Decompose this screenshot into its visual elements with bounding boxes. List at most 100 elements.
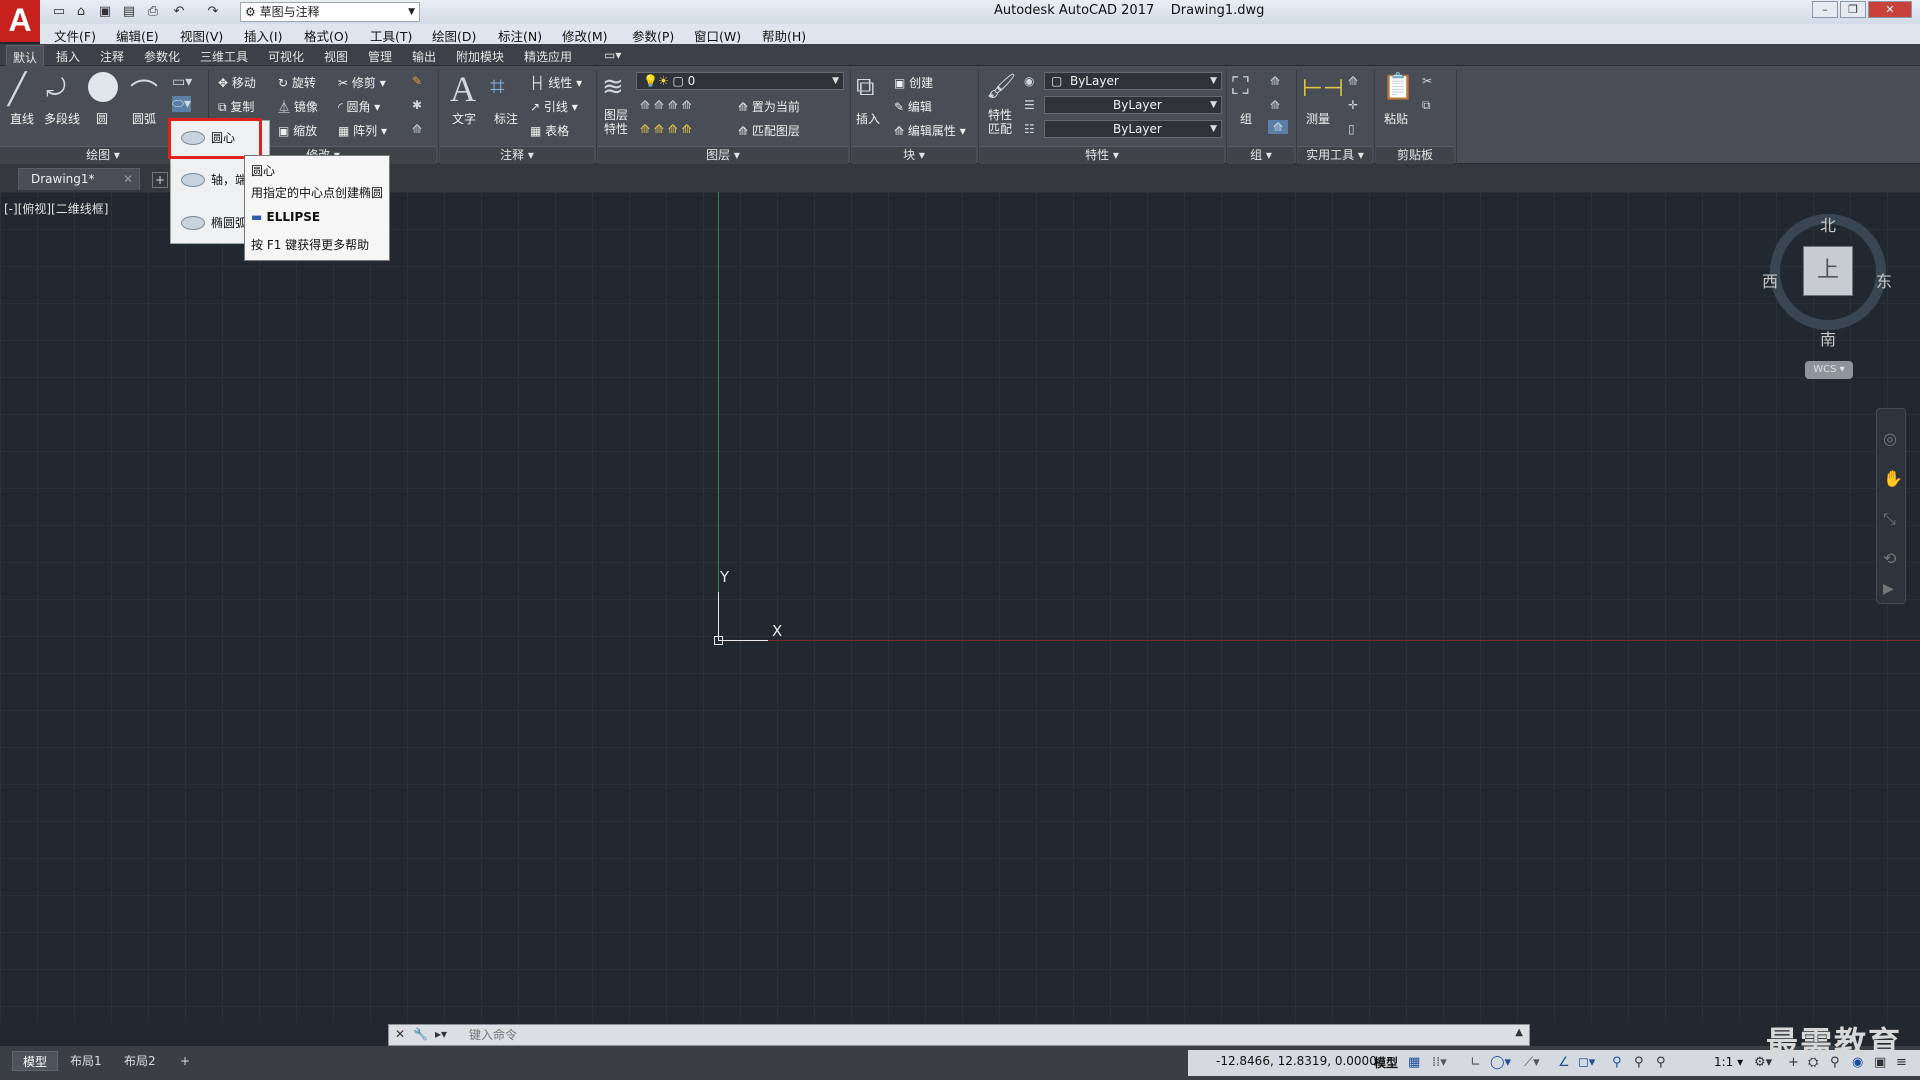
snap-icon[interactable]: ⁞⁞▾ <box>1432 1055 1447 1070</box>
clipboard-panel-title[interactable]: 剪贴板 <box>1376 146 1454 164</box>
menu-help[interactable]: 帮助(H) <box>762 26 806 45</box>
undo-icon[interactable]: ↶ <box>170 3 188 20</box>
application-menu-button[interactable]: A <box>0 0 40 42</box>
properties-panel-title[interactable]: 特性 ▾ <box>980 146 1224 164</box>
annotation-visibility-icon[interactable]: ⚲ <box>1612 1055 1622 1070</box>
menu-file[interactable]: 文件(F) <box>54 26 96 45</box>
menu-parametric[interactable]: 参数(P) <box>632 26 674 45</box>
tab-default[interactable]: 默认 <box>6 45 45 66</box>
tab-annotate[interactable]: 注释 <box>100 48 124 65</box>
menu-modify[interactable]: 修改(M) <box>562 26 608 45</box>
ortho-icon[interactable]: ∟ <box>1470 1055 1481 1070</box>
layer-tools-row1[interactable]: ⟰ ⟰ ⟰ ⟰ <box>640 98 692 112</box>
command-input[interactable] <box>469 1026 1509 1044</box>
workspace-dropdown[interactable]: ⚙ 草图与注释 ▼ <box>240 2 420 22</box>
orbit-icon[interactable]: ⟲ <box>1883 549 1896 568</box>
auto-scale-icon[interactable]: ⚲ <box>1634 1055 1644 1070</box>
paste-button[interactable]: 粘贴 <box>1384 110 1408 127</box>
menu-draw[interactable]: 绘图(D) <box>432 26 476 45</box>
menu-window[interactable]: 窗口(W) <box>694 26 741 45</box>
tab-featured-apps[interactable]: 精选应用 <box>524 48 572 65</box>
isodraft-icon[interactable]: ⟋▾ <box>1524 1055 1540 1070</box>
group-button[interactable]: 组 <box>1240 110 1252 127</box>
wcs-dropdown[interactable]: WCS ▾ <box>1805 361 1853 379</box>
calculator-icon[interactable]: ▯ <box>1348 122 1355 136</box>
tab-insert[interactable]: 插入 <box>56 48 80 65</box>
dimension-icon[interactable]: ⌗ <box>490 72 505 103</box>
viewport-controls[interactable]: [-][俯视][二维线框] <box>4 200 108 217</box>
lineweight-dropdown[interactable]: ByLayer ▼ <box>1044 120 1222 138</box>
ribbon-toggle-icon[interactable]: ▭▾ <box>604 48 621 62</box>
grid-icon[interactable]: ▦ <box>1408 1055 1420 1070</box>
arc-button[interactable]: 圆弧 <box>132 110 156 127</box>
table-button[interactable]: ▦ 表格 <box>530 122 569 139</box>
mirror-button[interactable]: ⏅ 镜像 <box>278 98 318 115</box>
measure-button[interactable]: 测量 <box>1306 110 1330 127</box>
group-icon[interactable]: ⛶ <box>1232 72 1249 100</box>
recent-commands-icon[interactable]: ▸▾ <box>435 1027 447 1041</box>
menu-dimension[interactable]: 标注(N) <box>498 26 542 45</box>
circle-icon[interactable] <box>88 72 118 102</box>
new-icon[interactable]: ▭ <box>50 3 68 20</box>
line-icon[interactable]: ╱ <box>8 72 26 107</box>
menu-tools[interactable]: 工具(T) <box>370 26 412 45</box>
tab-visualize[interactable]: 可视化 <box>268 48 304 65</box>
linetype-dropdown[interactable]: ByLayer ▼ <box>1044 96 1222 114</box>
tab-output[interactable]: 输出 <box>412 48 436 65</box>
edit-attributes-button[interactable]: ⟰ 编辑属性 ▾ <box>894 122 966 139</box>
add-layout-button[interactable]: + <box>170 1051 200 1071</box>
tab-parametric[interactable]: 参数化 <box>144 48 180 65</box>
text-icon[interactable]: A <box>450 68 476 110</box>
circle-button[interactable]: 圆 <box>96 110 108 127</box>
polyline-button[interactable]: 多段线 <box>44 110 80 127</box>
polyline-icon[interactable]: ⤾ <box>46 74 66 102</box>
scale-button[interactable]: ▣ 缩放 <box>278 122 317 139</box>
measure-icon[interactable]: ⊢⊣ <box>1302 74 1344 102</box>
compass-west[interactable]: 西 <box>1762 268 1778 292</box>
copy-button[interactable]: ⧉ 复制 <box>218 98 254 115</box>
edit-block-button[interactable]: ✎ 编辑 <box>894 98 932 115</box>
color-dropdown[interactable]: ▢ ByLayer ▼ <box>1044 72 1222 90</box>
match-properties-icon[interactable]: 🖌 <box>986 72 1016 100</box>
menu-insert[interactable]: 插入(I) <box>244 26 282 45</box>
fillet-button[interactable]: ◜ 圆角 ▾ <box>338 98 380 115</box>
offset-icon[interactable]: ⟰ <box>412 122 422 136</box>
dimension-button[interactable]: 标注 <box>494 110 518 127</box>
tab-model[interactable]: 模型 <box>12 1051 59 1071</box>
ellipse-dropdown-icon[interactable]: ⬭▾ <box>172 96 191 112</box>
erase-icon[interactable]: ✎ <box>412 74 422 88</box>
match-properties-button[interactable]: 特性 匹配 <box>988 108 1012 136</box>
steering-wheel-icon[interactable]: ◎ <box>1883 429 1897 448</box>
group-panel-title[interactable]: 组 ▾ <box>1228 146 1294 164</box>
rotate-button[interactable]: ↻ 旋转 <box>278 74 316 91</box>
create-block-button[interactable]: ▣ 创建 <box>894 74 933 91</box>
group-edit-icon[interactable]: ⟰ <box>1270 98 1280 112</box>
copy-clip-icon[interactable]: ⧉ <box>1422 98 1431 113</box>
polar-icon[interactable]: ◯▾ <box>1490 1055 1511 1070</box>
layer-dropdown[interactable]: 💡☀ ▢ 0 ▼ <box>636 72 844 90</box>
insert-block-button[interactable]: 插入 <box>856 110 880 127</box>
redo-icon[interactable]: ↷ <box>204 3 222 20</box>
layers-panel-title[interactable]: 图层 ▾ <box>598 146 848 164</box>
minimize-button[interactable]: – <box>1812 1 1838 18</box>
move-button[interactable]: ✥ 移动 <box>218 74 256 91</box>
quick-select-icon[interactable]: ⟰ <box>1348 74 1358 88</box>
layer-tools-row2[interactable]: ⟰ ⟰ ⟰ ⟰ <box>640 122 692 136</box>
annotation-scale-icon[interactable]: ⚲ <box>1656 1055 1666 1070</box>
insert-block-icon[interactable]: ⧉ <box>856 72 875 103</box>
model-space-button[interactable]: 模型 <box>1374 1054 1398 1071</box>
line-button[interactable]: 直线 <box>10 110 34 127</box>
match-layer-button[interactable]: ⟰ 匹配图层 <box>738 122 800 139</box>
print-icon[interactable]: ⎙ <box>144 3 162 20</box>
arc-icon[interactable]: ⌒ <box>130 72 158 112</box>
menu-format[interactable]: 格式(O) <box>304 26 349 45</box>
array-button[interactable]: ▦ 阵列 ▾ <box>338 122 387 139</box>
layer-properties-icon[interactable]: ≋ <box>602 72 624 102</box>
close-button[interactable]: ✕ <box>1868 1 1912 18</box>
pan-icon[interactable]: ✋ <box>1883 469 1903 488</box>
menu-edit[interactable]: 编辑(E) <box>116 26 159 45</box>
menu-view[interactable]: 视图(V) <box>180 26 223 45</box>
compass-south[interactable]: 南 <box>1820 326 1836 350</box>
tab-3d-tools[interactable]: 三维工具 <box>200 48 248 65</box>
block-panel-title[interactable]: 块 ▾ <box>852 146 976 164</box>
